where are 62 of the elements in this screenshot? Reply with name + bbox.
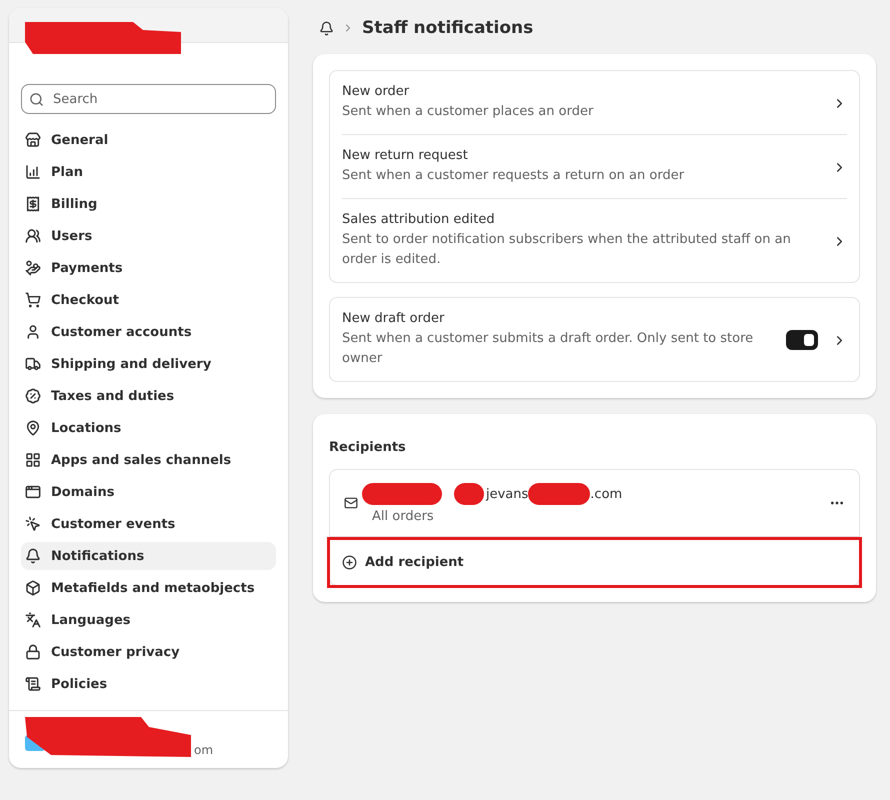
sidebar-item[interactable]: Metafields and metaobjects (21, 574, 276, 602)
receipt-icon (25, 196, 41, 212)
notification-row[interactable]: New draft order Sent when a customer submits a draft order. Only sent to store owner (342, 298, 847, 381)
sidebar-item[interactable]: Customer privacy (21, 638, 276, 666)
users-icon (25, 228, 41, 244)
notification-title: New order (342, 84, 410, 99)
box-icon (25, 580, 41, 596)
notification-description: Sent when a customer places an order (342, 103, 594, 121)
page-title: Staff notifications (362, 18, 534, 38)
bell-icon[interactable] (319, 20, 334, 36)
sidebar-item[interactable]: Users (21, 222, 276, 250)
translate-icon (25, 612, 41, 628)
sidebar-item[interactable]: Checkout (21, 286, 276, 314)
truck-icon (25, 356, 41, 372)
person-icon (25, 324, 41, 340)
sidebar-item[interactable]: Notifications (21, 542, 276, 570)
notification-description: Sent when a customer submits a draft order. Only sent to store owner (342, 330, 754, 368)
sidebar-item[interactable]: Taxes and duties (21, 382, 276, 410)
pin-icon (25, 420, 41, 436)
notification-row[interactable]: New order Sent when a customer places an order (342, 71, 847, 134)
sidebar-item[interactable]: Shipping and delivery (21, 350, 276, 378)
sidebar-item[interactable]: Customer accounts (21, 318, 276, 346)
recipient-subtitle: All orders (372, 509, 435, 524)
sidebar-item[interactable]: Payments (21, 254, 276, 282)
window-icon (25, 484, 41, 500)
add-recipient-button[interactable]: Add recipient (342, 555, 464, 570)
sidebar-item[interactable]: Billing (21, 190, 276, 218)
recipient-email: jevans (486, 486, 528, 502)
notification-row[interactable]: New return request Sent when a customer requests a return on an order (342, 134, 847, 198)
sidebar-item[interactable]: Policies (21, 670, 276, 698)
toggle-switch[interactable] (786, 330, 818, 350)
sidebar-item[interactable]: Languages (21, 606, 276, 634)
sidebar-item[interactable]: General (21, 126, 276, 154)
grid-icon (25, 452, 41, 468)
notification-row[interactable]: Sales attribution edited Sent to order notification subscribers when the attributed staff on an order is edited. (342, 198, 847, 282)
account-email: om (194, 743, 214, 757)
percent-badge-icon (25, 388, 41, 404)
mail-icon (344, 496, 358, 510)
section-title: Recipients (329, 440, 407, 455)
sidebar-item[interactable]: Customer events (21, 510, 276, 538)
bell-icon (25, 548, 41, 564)
recipient-email: .com (590, 486, 622, 502)
sidebar-item[interactable]: Apps and sales channels (21, 446, 276, 474)
lock-icon (25, 644, 41, 660)
sidebar-item[interactable]: Plan (21, 158, 276, 186)
notification-title: Sales attribution edited (342, 212, 496, 227)
plus-circle-icon (342, 555, 357, 570)
notification-title: New draft order (342, 311, 446, 326)
search-icon (29, 92, 44, 107)
sidebar-item[interactable]: Domains (21, 478, 276, 506)
sidebar-item[interactable]: Locations (21, 414, 276, 442)
bar-chart-icon (25, 164, 41, 180)
notification-title: New return request (342, 148, 469, 163)
search-field[interactable]: Search (21, 84, 276, 114)
pointer-click-icon (25, 516, 41, 532)
notification-description: Sent when a customer requests a return on an order (342, 167, 686, 185)
hand-icon (25, 260, 41, 276)
redaction-mark (528, 482, 590, 506)
scroll-icon (25, 676, 41, 692)
cart-icon (25, 292, 41, 308)
notification-description: Sent to order notification subscribers when the attributed staff on an order is edited. (342, 231, 792, 269)
store-icon (25, 132, 41, 148)
